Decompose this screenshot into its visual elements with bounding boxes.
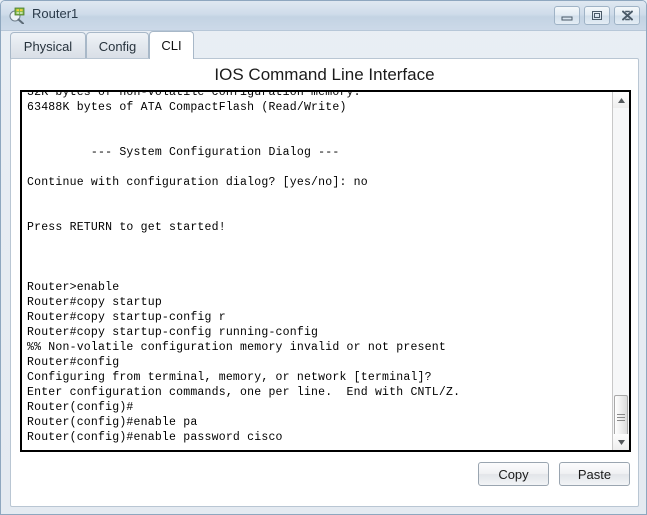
title-bar[interactable]: Router1: [1, 1, 646, 31]
close-button[interactable]: [614, 6, 640, 25]
tab-config-label: Config: [98, 38, 137, 54]
tab-physical-label: Physical: [23, 38, 73, 54]
scroll-up-icon: [617, 92, 626, 109]
action-button-bar: Copy Paste: [11, 458, 638, 498]
minimize-icon: [561, 11, 573, 21]
router-cli-window: Router1 Physical Config CLI IOS Command …: [0, 0, 647, 515]
cli-panel: IOS Command Line Interface 32K bytes of …: [10, 58, 639, 507]
scroll-down-button[interactable]: [613, 434, 629, 450]
copy-button[interactable]: Copy: [478, 462, 549, 486]
terminal-output-area[interactable]: 32K bytes of non-volatile configuration …: [20, 90, 631, 452]
window-title: Router1: [32, 6, 79, 21]
maximize-icon: [591, 10, 603, 21]
scroll-down-icon: [617, 433, 626, 450]
tab-cli-label: CLI: [161, 38, 182, 53]
tab-config[interactable]: Config: [86, 32, 149, 59]
close-icon: [621, 10, 634, 21]
maximize-button[interactable]: [584, 6, 610, 25]
minimize-button[interactable]: [554, 6, 580, 25]
scrollbar-grip-icon: [617, 412, 625, 423]
router-magnifier-icon: [9, 7, 26, 25]
tab-cli[interactable]: CLI: [149, 31, 194, 59]
terminal-text: 32K bytes of non-volatile configuration …: [27, 90, 461, 444]
paste-button[interactable]: Paste: [559, 462, 630, 486]
tab-physical[interactable]: Physical: [10, 32, 86, 59]
copy-button-label: Copy: [498, 466, 529, 482]
tab-strip: Physical Config CLI: [1, 30, 646, 59]
terminal-scrollbar[interactable]: [612, 92, 629, 450]
scroll-up-button[interactable]: [613, 92, 629, 108]
panel-title: IOS Command Line Interface: [214, 65, 435, 84]
paste-button-label: Paste: [577, 466, 612, 482]
window-controls: [554, 6, 640, 25]
